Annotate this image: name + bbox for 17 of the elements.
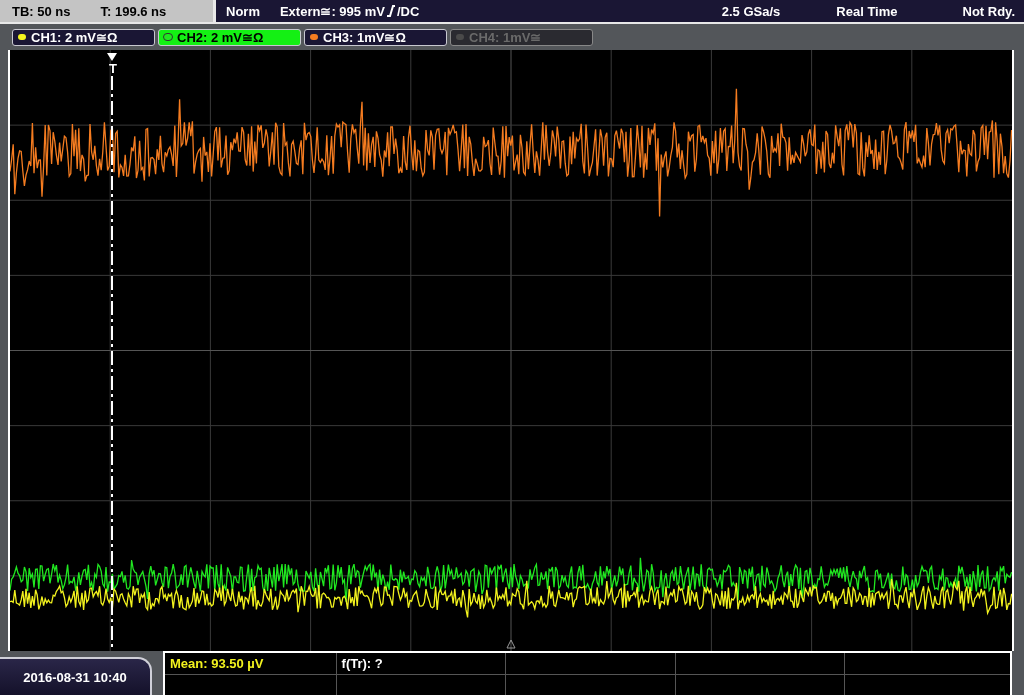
status-readout: Not Rdy. [962, 3, 1015, 19]
trigger-time-readout: T: 199.6 ns [100, 3, 167, 19]
measurement-value: f(Tr): ? [341, 655, 383, 671]
center-marker-icon [506, 639, 516, 649]
trigger-mode: Norm [226, 3, 260, 19]
sample-rate: 2.5 GSa/s [721, 3, 781, 19]
channel-tab[interactable]: CH3: 1mV≅Ω [304, 28, 447, 46]
trigger-source: Extern≅: 995 mV [279, 3, 385, 19]
trigger-marker: T [109, 62, 117, 75]
channel-tab[interactable]: CH2: 2 mV≅Ω [158, 28, 301, 46]
rising-edge-icon [386, 5, 395, 17]
measurement-value: Mean: 93.50 µV [170, 655, 264, 671]
timebase-readout: TB: 50 ns [12, 3, 71, 19]
trigger-position-icon [107, 53, 117, 61]
trigger-coupling: /DC [396, 3, 420, 19]
channel-tab[interactable]: CH1: 2 mV≅Ω [12, 28, 155, 46]
acquisition-mode: Real Time [836, 3, 898, 19]
